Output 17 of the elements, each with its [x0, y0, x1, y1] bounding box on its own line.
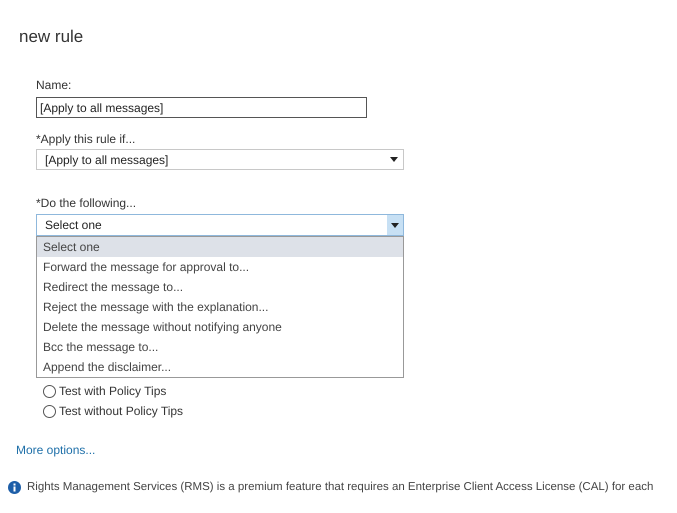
more-options-link[interactable]: More options... — [16, 443, 96, 457]
info-text: Rights Management Services (RMS) is a premium feature that requires an Enterprise Client Access License (CAL) for each — [27, 480, 654, 495]
field-label: *Do the following... — [36, 196, 138, 210]
radio-label: Test without Policy Tips — [59, 404, 184, 419]
action-dropdown[interactable]: Select one — [36, 214, 404, 236]
radio-label: Test with Policy Tips — [59, 384, 166, 399]
info-icon — [8, 481, 21, 494]
page-title: new rule — [19, 26, 84, 48]
radio-button[interactable] — [43, 385, 56, 398]
caret-icon — [390, 157, 398, 162]
caret-icon — [391, 222, 399, 228]
condition-dropdown[interactable]: [Apply to all messages] — [36, 149, 404, 170]
name-field[interactable]: [Apply to all messages] — [36, 97, 367, 118]
dropdown-option[interactable]: Select one — [37, 237, 403, 257]
radio-button[interactable] — [43, 405, 56, 418]
field-label: *Apply this rule if... — [36, 132, 136, 146]
field-label: Name: — [36, 78, 72, 92]
